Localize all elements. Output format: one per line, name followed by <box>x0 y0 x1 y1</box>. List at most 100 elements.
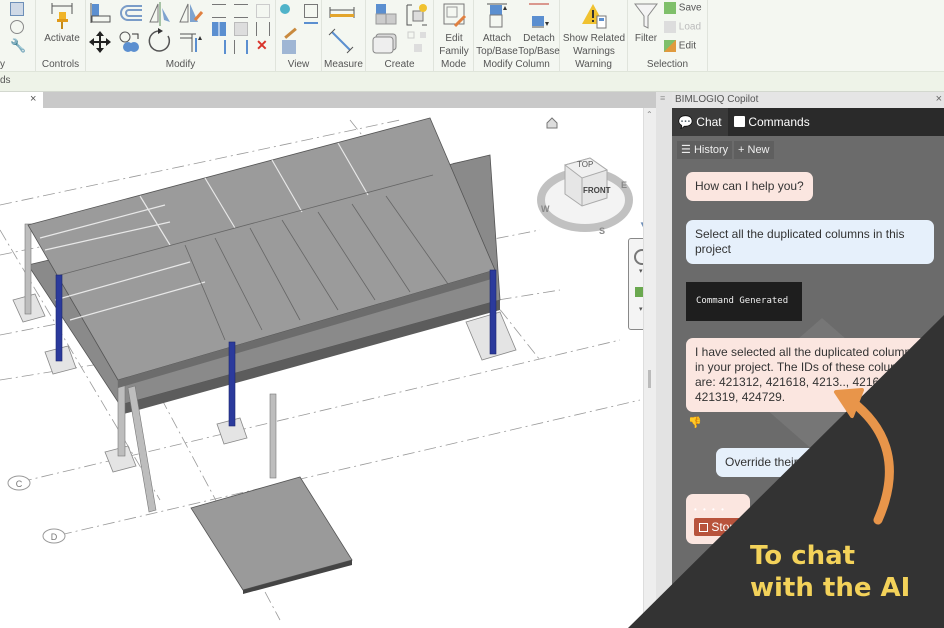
chat-message-user: Select all the duplicated columns in thi… <box>686 220 934 264</box>
detach-top-base-button[interactable]: Detach Top/Base <box>518 2 560 58</box>
linework-icon[interactable] <box>282 40 296 54</box>
message-text: How can I help you? <box>695 179 804 193</box>
rotate-icon[interactable] <box>148 28 174 54</box>
mirror-pick-axis-icon[interactable] <box>148 2 172 26</box>
view-tab-bar: × <box>0 92 660 108</box>
selected-column[interactable] <box>228 341 236 427</box>
message-text: Select all the duplicated columns in thi… <box>695 227 905 256</box>
steering-wheel-button[interactable] <box>634 249 643 265</box>
view-tab[interactable]: × <box>0 92 43 108</box>
load-selection-button[interactable]: Load <box>664 21 701 33</box>
stop-button[interactable]: Stop <box>694 518 742 536</box>
edit-selection-icon <box>664 40 676 52</box>
new-chat-button[interactable]: + New <box>734 141 774 159</box>
home-view-icon[interactable] <box>546 116 558 129</box>
panel-splitter[interactable]: ≡ <box>656 92 672 628</box>
copilot-title: BIMLOGIQ Copilot <box>675 94 759 105</box>
panel-title-warning: Warning <box>575 59 612 70</box>
panel-title-modify: Modify <box>165 59 196 70</box>
selected-column[interactable] <box>55 274 63 362</box>
edit-family-button[interactable]: Edit Family <box>434 2 474 58</box>
scroll-up-icon[interactable]: ⌃ <box>646 110 653 119</box>
save-selection-button[interactable]: Save <box>664 2 702 14</box>
mirror-draw-axis-icon[interactable] <box>178 2 204 26</box>
navigation-bar: ▾ ▾ <box>628 238 643 330</box>
array-icon[interactable] <box>212 22 226 36</box>
callout-text: To chat with the AI <box>750 540 910 604</box>
callout-line-1: To chat <box>750 541 856 571</box>
zoom-region-button[interactable] <box>635 287 643 297</box>
tab-commands[interactable]: Commands <box>728 108 816 136</box>
edit-family-icon <box>443 3 467 28</box>
pin-element-icon[interactable] <box>256 22 270 36</box>
history-label: History <box>693 144 729 156</box>
close-copilot-icon[interactable]: × <box>936 93 942 105</box>
close-view-tab-icon[interactable]: × <box>30 93 36 105</box>
steering-wheel-dropdown[interactable]: ▾ <box>639 267 643 275</box>
wrench-icon[interactable]: 🔧 <box>10 38 26 53</box>
chat-message-ai: I have selected all the duplicated colum… <box>686 338 934 412</box>
compass-s-label[interactable]: S <box>599 226 605 236</box>
scale-icon[interactable] <box>234 22 248 36</box>
detach-icon <box>529 3 549 28</box>
stop-square-icon <box>699 523 708 532</box>
copy-icon[interactable] <box>118 30 142 54</box>
trim-multiple-icon[interactable] <box>234 40 248 54</box>
align-icon[interactable] <box>90 2 112 24</box>
tab-chat[interactable]: 💬 Chat <box>672 108 728 136</box>
zoom-dropdown[interactable]: ▾ <box>639 305 643 313</box>
message-text: Override their g... <box>725 455 818 469</box>
create-parts-icon[interactable] <box>372 30 400 54</box>
message-text: I have selected all the duplicated colum… <box>695 345 918 404</box>
trim-extend-icon[interactable] <box>178 30 204 54</box>
grid-bubble-d: D <box>42 528 66 544</box>
options-bar: ds <box>0 72 944 92</box>
viewcube-top-label[interactable]: TOP <box>577 160 593 169</box>
compass-e-label[interactable]: E <box>621 180 627 190</box>
viewcube[interactable]: TOP FRONT W S E <box>535 150 635 240</box>
panel-menu-icon[interactable]: ≡ <box>660 93 665 103</box>
create-group-icon[interactable] <box>404 2 430 28</box>
show-hidden-icon[interactable] <box>304 22 318 36</box>
selected-column[interactable] <box>489 269 497 355</box>
ribbon: 🔧 y Activate Controls ✕ Modify View Meas… <box>0 0 944 72</box>
compass-w-label[interactable]: W <box>541 204 550 214</box>
trim-single-icon[interactable] <box>212 40 226 54</box>
copilot-title-bar: BIMLOGIQ Copilot × <box>672 92 944 108</box>
move-icon[interactable] <box>88 30 112 54</box>
panel-title-mode: Mode <box>440 59 466 70</box>
split-icon[interactable] <box>212 4 226 18</box>
tool-icon[interactable] <box>10 2 24 16</box>
show-related-warnings-button[interactable]: Show Related Warnings <box>562 2 626 58</box>
scrollbar-grip[interactable] <box>648 370 651 388</box>
delete-icon[interactable]: ✕ <box>256 38 270 52</box>
history-button[interactable]: ☰ History <box>677 141 733 159</box>
offset-icon[interactable] <box>118 2 144 24</box>
attach-top-base-button[interactable]: Attach Top/Base <box>476 2 518 58</box>
create-assembly-icon[interactable] <box>374 2 398 26</box>
ribbon-panel-mode: Edit Family Mode <box>434 0 474 72</box>
tool-icon[interactable] <box>10 20 24 34</box>
detach-label: Detach Top/Base <box>518 33 560 57</box>
3d-viewport[interactable]: C D TOP FRONT W S E ▼ ▾ ▾ <box>0 108 643 628</box>
filter-button[interactable]: Filter <box>630 2 662 45</box>
lightbulb-icon[interactable] <box>280 4 290 14</box>
stop-label: Stop <box>711 520 737 534</box>
typing-dots: • • • • <box>694 505 726 514</box>
chat-message-user: Override their g... <box>716 448 876 477</box>
split-gap-icon[interactable] <box>234 4 248 18</box>
unpin-icon[interactable] <box>256 4 270 18</box>
edit-selection-button[interactable]: Edit <box>664 40 696 52</box>
dimension-icon[interactable] <box>328 28 358 54</box>
create-similar-icon[interactable] <box>406 30 430 54</box>
view-cube-icon[interactable] <box>304 4 318 18</box>
paint-brush-icon[interactable] <box>277 19 297 39</box>
ribbon-panel-view: View <box>276 0 322 72</box>
vertical-scrollbar[interactable]: ⌃ <box>643 108 656 628</box>
thumbs-down-icon[interactable]: 👎 <box>688 416 702 429</box>
activate-button[interactable]: Activate <box>40 2 84 45</box>
measure-icon[interactable] <box>328 4 358 20</box>
viewcube-front-label[interactable]: FRONT <box>583 186 611 195</box>
activate-label: Activate <box>44 33 80 44</box>
command-generated-block[interactable]: Command Generated <box>686 282 802 321</box>
